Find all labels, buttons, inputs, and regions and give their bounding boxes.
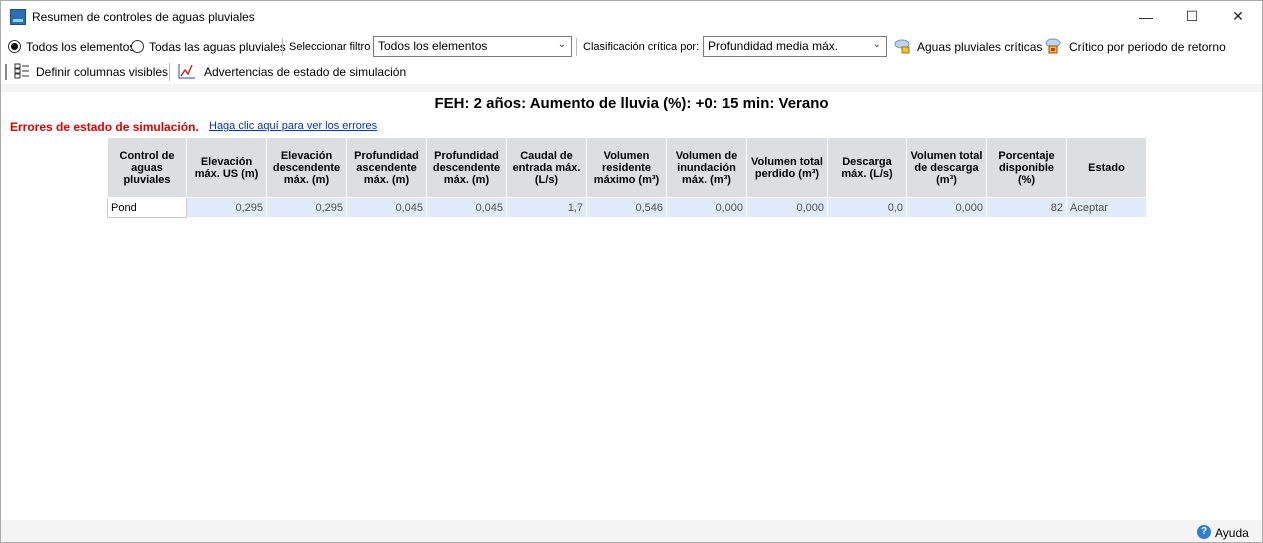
table-cell[interactable]: 0,000 (746, 197, 828, 218)
chevron-down-icon: ⌄ (557, 39, 566, 50)
maximize-button[interactable]: ☐ (1169, 1, 1215, 32)
radio-all-stormwater[interactable] (131, 40, 144, 53)
close-button[interactable]: ✕ (1215, 1, 1261, 32)
critical-stormwater-button[interactable]: Aguas pluviales críticas (917, 40, 1042, 54)
table-cell[interactable]: 0,546 (586, 197, 667, 218)
view-errors-link[interactable]: Haga clic aquí para ver los errores (209, 120, 377, 132)
table-cell[interactable]: 0,0 (827, 197, 907, 218)
app-icon (10, 9, 26, 25)
table-cell[interactable]: Aceptar (1066, 197, 1147, 218)
radio-all-elements[interactable] (8, 40, 21, 53)
divider-band (1, 84, 1262, 92)
columns-icon[interactable] (14, 63, 30, 82)
chevron-down-icon: ⌄ (872, 39, 881, 50)
table-header-row: Control de aguas pluviales Elevación máx… (107, 137, 1147, 198)
critical-sort-label: Clasificación crítica por: (583, 41, 700, 53)
status-bar (1, 520, 1262, 542)
column-header[interactable]: Profundidad ascendente máx. (m) (346, 137, 427, 198)
window-title: Resumen de controles de aguas pluviales (32, 10, 255, 24)
table-cell[interactable]: 0,295 (186, 197, 267, 218)
minimize-button[interactable]: — (1123, 1, 1169, 32)
filter-dropdown-value: Todos los elementos (378, 39, 488, 53)
critical-return-icon[interactable] (1044, 37, 1062, 58)
toolbar-grip (5, 64, 7, 80)
filter-toolbar: Todos los elementos Todas las aguas pluv… (1, 34, 1262, 60)
select-filter-label: Seleccionar filtro (289, 41, 371, 53)
column-header[interactable]: Control de aguas pluviales (107, 137, 187, 198)
column-header[interactable]: Volumen total perdido (m³) (746, 137, 828, 198)
column-header[interactable]: Volumen total de descarga (m³) (906, 137, 987, 198)
title-bar: Resumen de controles de aguas pluviales … (1, 1, 1262, 32)
table-cell[interactable]: 82 (986, 197, 1067, 218)
warning-chart-icon[interactable] (178, 63, 196, 82)
column-header[interactable]: Elevación máx. US (m) (186, 137, 267, 198)
table-cell[interactable]: 0,045 (346, 197, 427, 218)
simulation-warnings-button[interactable]: Advertencias de estado de simulación (204, 65, 406, 79)
toolbar-separator (282, 38, 283, 56)
table-cell[interactable]: 0,045 (426, 197, 507, 218)
help-icon[interactable]: ? (1197, 525, 1211, 539)
simulation-errors-label: Errores de estado de simulación. (10, 120, 199, 134)
simulation-heading: FEH: 2 años: Aumento de lluvia (%): +0: … (434, 95, 829, 112)
column-header[interactable]: Descarga máx. (L/s) (827, 137, 907, 198)
column-header[interactable]: Elevación descendente máx. (m) (266, 137, 347, 198)
radio-all-stormwater-label[interactable]: Todas las aguas pluviales (149, 40, 286, 54)
table-cell[interactable]: Pond (107, 197, 187, 218)
filter-dropdown[interactable]: Todos los elementos ⌄ (373, 36, 572, 57)
column-header[interactable]: Volumen de inundación máx. (m³) (666, 137, 747, 198)
radio-all-elements-label[interactable]: Todos los elementos (26, 40, 135, 54)
table-cell[interactable]: 1,7 (506, 197, 587, 218)
column-header[interactable]: Profundidad descendente máx. (m) (426, 137, 507, 198)
column-header[interactable]: Estado (1066, 137, 1147, 198)
critical-sort-value: Profundidad media máx. (708, 39, 839, 53)
toolbar-separator (576, 38, 577, 56)
results-table: Control de aguas pluviales Elevación máx… (107, 137, 1147, 218)
critical-stormwater-icon[interactable] (893, 37, 911, 58)
window: Resumen de controles de aguas pluviales … (0, 0, 1263, 543)
critical-return-button[interactable]: Crítico por periodo de retorno (1069, 40, 1226, 54)
table-cell[interactable]: 0,000 (666, 197, 747, 218)
table-row[interactable]: Pond 0,295 0,295 0,045 0,045 1,7 0,546 0… (107, 197, 1147, 218)
column-header[interactable]: Caudal de entrada máx. (L/s) (506, 137, 587, 198)
critical-sort-dropdown[interactable]: Profundidad media máx. ⌄ (703, 36, 887, 57)
view-toolbar: Definir columnas visibles Advertencias d… (1, 60, 1262, 84)
column-header[interactable]: Porcentaje disponible (%) (986, 137, 1067, 198)
toolbar-separator (169, 63, 170, 81)
table-cell[interactable]: 0,295 (266, 197, 347, 218)
table-cell[interactable]: 0,000 (906, 197, 987, 218)
define-columns-button[interactable]: Definir columnas visibles (36, 65, 168, 79)
column-header[interactable]: Volumen residente máximo (m³) (586, 137, 667, 198)
help-button[interactable]: Ayuda (1215, 526, 1249, 540)
